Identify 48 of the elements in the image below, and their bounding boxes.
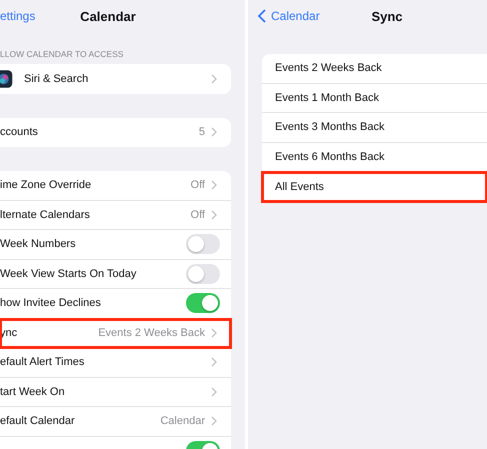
back-link[interactable]: Calendar: [258, 9, 320, 23]
chevron-icon: [211, 210, 217, 220]
settings-row[interactable]: tart Week On: [0, 378, 231, 407]
chevron-icon: [211, 180, 217, 190]
sync-option[interactable]: Events 2 Weeks Back: [262, 54, 487, 84]
screen-title: Sync: [371, 8, 403, 24]
chevron-icon: [211, 328, 217, 338]
row-label: Siri & Search: [24, 72, 90, 85]
toggle-switch[interactable]: [186, 234, 220, 254]
row-value: 5: [198, 126, 205, 138]
settings-row[interactable]: ime Zone Override Off: [0, 171, 231, 200]
row-label: tart Week On: [0, 386, 66, 398]
settings-row[interactable]: Week View Starts On Today: [0, 260, 231, 289]
settings-row[interactable]: lternate Calendars Off: [0, 200, 231, 230]
sync-option[interactable]: Events 3 Months Back: [262, 113, 487, 142]
row-label: ccounts: [0, 126, 39, 138]
chevron-icon: [211, 127, 217, 138]
back-icon: [258, 9, 266, 23]
row-value: Off: [190, 208, 205, 221]
toggle-switch[interactable]: [186, 264, 220, 284]
settings-row[interactable]: how Invitee Declines: [0, 289, 231, 318]
row-value: Calendar: [160, 415, 205, 428]
sync-option[interactable]: Events 1 Month Back: [262, 84, 487, 113]
chevron-icon: [211, 416, 217, 426]
row-value: Events 2 Weeks Back: [98, 326, 205, 339]
chevron-icon: [211, 74, 217, 84]
settings-row[interactable]: efault Calendar Calendar: [0, 407, 231, 436]
app-icon: [0, 68, 14, 89]
settings-row[interactable]: Week Numbers: [0, 230, 231, 260]
toggle-switch[interactable]: [186, 293, 220, 314]
row-label: Week View Starts On Today: [0, 268, 138, 280]
settings-row[interactable]: Siri & Search: [0, 64, 231, 94]
row-value: Off: [190, 179, 205, 192]
chevron-icon: [211, 357, 217, 368]
row-label: how Invitee Declines: [0, 297, 102, 310]
row-label: Week Numbers: [0, 238, 77, 250]
row-label: efault Calendar: [0, 415, 76, 428]
row-label: ime Zone Override: [0, 179, 92, 192]
section-header: LLOW CALENDAR TO ACCESS: [0, 49, 124, 59]
settings-row[interactable]: ccounts 5: [0, 118, 231, 147]
sync-option[interactable]: Events 6 Months Back: [262, 142, 487, 172]
sync-option[interactable]: All Events: [262, 172, 487, 202]
chevron-icon: [211, 386, 217, 397]
back-link[interactable]: ettings: [0, 9, 36, 23]
screen-title: Calendar: [80, 8, 136, 24]
row-label: efault Alert Times: [0, 356, 86, 368]
settings-row[interactable]: efault Alert Times: [0, 348, 231, 378]
row-label: lternate Calendars: [0, 208, 91, 221]
